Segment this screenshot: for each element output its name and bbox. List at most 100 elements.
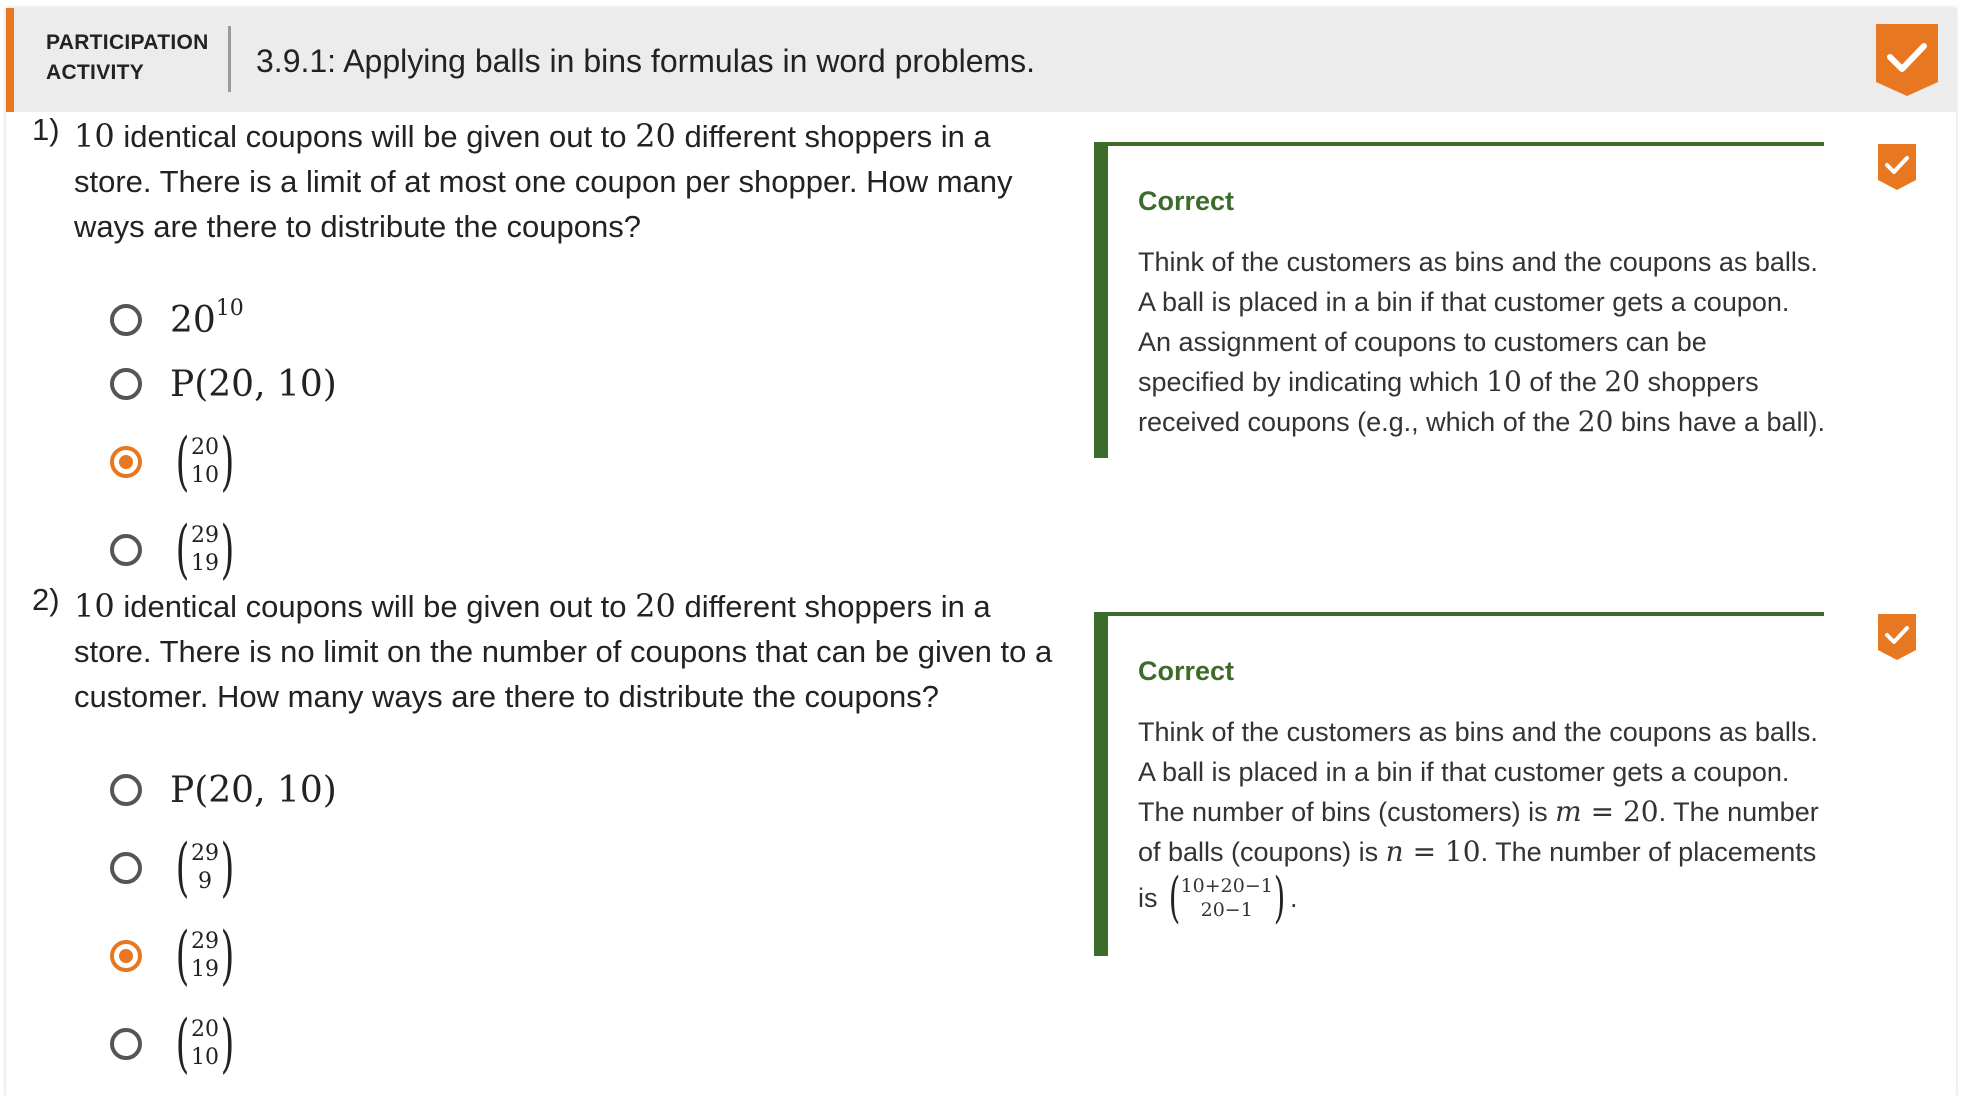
right-paren: ) — [220, 919, 235, 993]
radio-button[interactable] — [110, 852, 142, 884]
right-paren: ) — [220, 1007, 235, 1081]
power-base: 20 — [170, 299, 216, 341]
question-number: 1) — [32, 112, 60, 147]
header-divider — [228, 26, 231, 92]
left-paren: ( — [175, 919, 190, 993]
check-icon — [1878, 144, 1916, 190]
feedback-number: 20 — [1604, 365, 1641, 398]
check-icon — [1878, 614, 1916, 660]
coupon-count: 10 — [74, 587, 115, 625]
participation-activity-card: PARTICIPATION ACTIVITY 3.9.1: Applying b… — [6, 8, 1956, 1096]
binomial-bottom: 19 — [190, 551, 219, 576]
question-text: 10 identical coupons will be given out t… — [74, 584, 1064, 719]
binomial-top: 20 — [190, 1017, 219, 1042]
binomial-coefficient: ( 29 9 ) — [170, 836, 240, 900]
radio-button[interactable] — [110, 368, 142, 400]
radio-button-selected[interactable] — [110, 446, 142, 478]
feedback-title: Correct — [1138, 186, 1235, 216]
binomial-bottom: 10 — [190, 463, 219, 488]
answer-option-selected[interactable]: ( 20 10 ) — [110, 430, 240, 494]
feedback-number: 20 — [1577, 405, 1614, 438]
binomial-top: 10+20−1 — [1180, 875, 1273, 897]
feedback-line: An assignment of coupons to customers ca… — [1138, 327, 1707, 357]
shopper-count: 20 — [635, 587, 676, 625]
answer-option[interactable]: 2010 — [110, 290, 244, 350]
binomial-coefficient: ( 20 10 ) — [170, 430, 240, 494]
feedback-line: A ball is placed in a bin if that custom… — [1138, 757, 1790, 787]
feedback-line: of balls (coupons) is n = 10. The number… — [1138, 832, 1838, 872]
radio-button[interactable] — [110, 304, 142, 336]
feedback-variable: n — [1385, 835, 1404, 868]
feedback-explanation: Think of the customers as bins and the c… — [1138, 242, 1838, 442]
binomial-coefficient: ( 29 19 ) — [170, 518, 240, 582]
binomial-stack: 29 9 — [191, 840, 219, 896]
binomial-stack: 20 10 — [191, 434, 219, 490]
right-paren: ) — [220, 513, 235, 587]
activity-title: 3.9.1: Applying balls in bins formulas i… — [256, 43, 1036, 79]
binomial-coefficient: ( 29 19 ) — [170, 924, 240, 988]
feedback-line: Think of the customers as bins and the c… — [1138, 717, 1818, 747]
feedback-number: = 20 — [1581, 795, 1659, 828]
radio-button[interactable] — [110, 1028, 142, 1060]
binomial-stack: 20 10 — [191, 1016, 219, 1072]
feedback-explanation: Think of the customers as bins and the c… — [1138, 712, 1838, 925]
shopper-count: 20 — [635, 117, 676, 155]
feedback-number: = 10 — [1403, 835, 1481, 868]
feedback-text: The number of bins (customers) is — [1138, 797, 1556, 827]
feedback-text: specified by indicating which — [1138, 367, 1487, 397]
feedback-variable: m — [1555, 795, 1582, 828]
feedback-text: . The number of placements — [1480, 837, 1817, 867]
binomial-top: 29 — [190, 929, 219, 954]
binomial-top: 29 — [190, 523, 219, 548]
binomial-coefficient: ( 20 10 ) — [170, 1012, 240, 1076]
radio-button-selected[interactable] — [110, 940, 142, 972]
binomial-bottom: 10 — [190, 1045, 219, 1070]
binomial-bottom: 20−1 — [1200, 899, 1253, 921]
feedback-text: . — [1289, 883, 1298, 913]
activity-type-label: PARTICIPATION ACTIVITY — [46, 28, 209, 88]
answer-option[interactable]: ( 29 9 ) — [110, 836, 240, 900]
answer-option[interactable]: ( 29 19 ) — [110, 518, 240, 582]
binomial-coefficient: ( 10+20−1 20−1 ) — [1164, 871, 1290, 925]
right-paren: ) — [220, 425, 235, 499]
answer-option[interactable]: P(20, 10) — [110, 354, 337, 414]
left-paren: ( — [175, 425, 190, 499]
radio-button[interactable] — [110, 774, 142, 806]
right-paren: ) — [1273, 866, 1286, 929]
feedback-panel: Correct Think of the customers as bins a… — [1094, 142, 1825, 458]
checkmark-badge-icon — [1876, 24, 1938, 96]
binomial-stack: 10+20−1 20−1 — [1181, 874, 1273, 922]
answer-option-selected[interactable]: ( 29 19 ) — [110, 924, 240, 988]
power-exponent: 10 — [215, 295, 244, 321]
question-text: 10 identical coupons will be given out t… — [74, 114, 1064, 249]
feedback-line: specified by indicating which 10 of the … — [1138, 362, 1838, 402]
binomial-bottom: 9 — [197, 869, 212, 894]
option-formula: P(20, 10) — [170, 769, 337, 811]
binomial-top: 20 — [190, 435, 219, 460]
feedback-text: received coupons (e.g., which of the — [1138, 407, 1578, 437]
question-number: 2) — [32, 582, 60, 617]
feedback-number: 10 — [1486, 365, 1522, 398]
activity-type-line2: ACTIVITY — [46, 61, 145, 84]
left-paren: ( — [175, 831, 190, 905]
radio-button[interactable] — [110, 534, 142, 566]
feedback-line: received coupons (e.g., which of the 20 … — [1138, 402, 1838, 442]
feedback-text: is — [1138, 883, 1158, 913]
right-paren: ) — [220, 831, 235, 905]
answer-option[interactable]: ( 20 10 ) — [110, 1012, 240, 1076]
answer-option[interactable]: P(20, 10) — [110, 760, 337, 820]
option-formula: 2010 — [170, 296, 244, 341]
feedback-line: Think of the customers as bins and the c… — [1138, 247, 1818, 277]
option-formula: P(20, 10) — [170, 363, 337, 405]
feedback-text: of the — [1521, 367, 1605, 397]
feedback-line: The number of bins (customers) is m = 20… — [1138, 792, 1838, 832]
coupon-count: 10 — [74, 117, 115, 155]
feedback-text: bins have a ball). — [1613, 407, 1826, 437]
feedback-text: . The number — [1658, 797, 1819, 827]
activity-type-line1: PARTICIPATION — [46, 31, 209, 54]
feedback-text: of balls (coupons) is — [1138, 837, 1386, 867]
activity-header: PARTICIPATION ACTIVITY 3.9.1: Applying b… — [6, 8, 1956, 112]
feedback-line: is ( 10+20−1 20−1 ) . — [1138, 871, 1838, 925]
binomial-stack: 29 19 — [191, 522, 219, 578]
left-paren: ( — [175, 1007, 190, 1081]
